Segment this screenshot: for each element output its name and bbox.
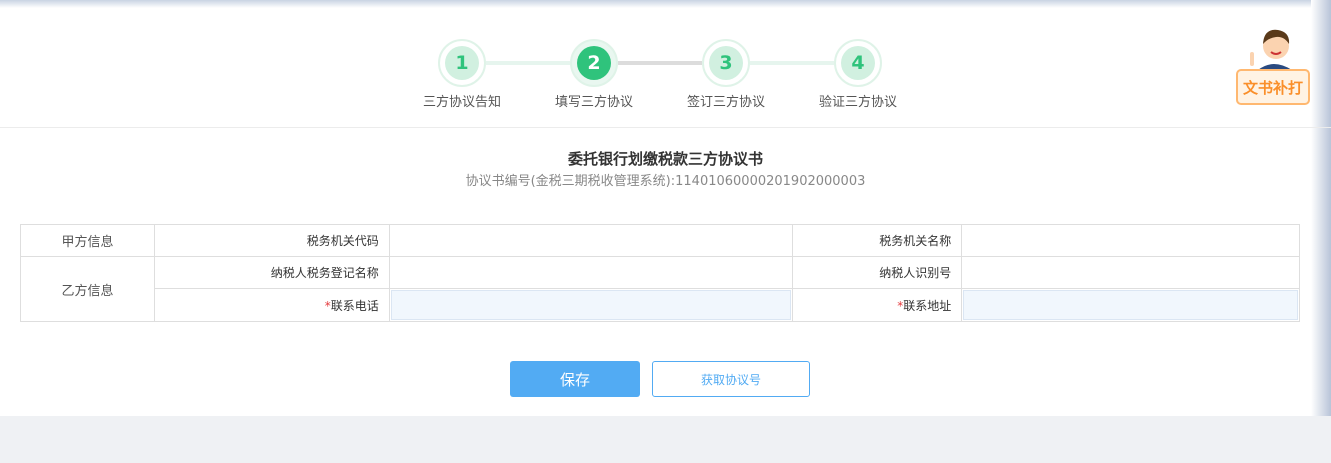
- step-number: 4: [841, 46, 875, 80]
- party-b-header: 乙方信息: [20, 256, 155, 322]
- step-connector: [486, 61, 570, 65]
- step-connector: [750, 61, 834, 65]
- top-shade: [0, 0, 1331, 8]
- divider: [0, 127, 1331, 128]
- tax-office-name-label: 税务机关名称: [792, 224, 963, 257]
- party-a-header: 甲方信息: [20, 224, 155, 257]
- step-2: 2: [570, 39, 618, 87]
- tax-office-name-value: [961, 224, 1300, 257]
- taxpayer-id-value: [961, 256, 1300, 289]
- right-shade: [1311, 0, 1331, 416]
- step-1: 1: [438, 39, 486, 87]
- reprint-button[interactable]: 文书补打: [1236, 69, 1310, 105]
- phone-input[interactable]: [390, 290, 792, 320]
- step-3: 3: [702, 39, 750, 87]
- address-label: *联系地址: [792, 288, 963, 322]
- phone-label-text: 联系电话: [330, 298, 379, 313]
- save-button[interactable]: 保存: [510, 361, 640, 397]
- step-4: 4: [834, 39, 882, 87]
- taxpayer-name-label: 纳税人税务登记名称: [153, 256, 390, 289]
- tax-office-code-value: [388, 224, 794, 257]
- document-number: 协议书编号(金税三期税收管理系统):1140106000020190200000…: [465, 174, 866, 189]
- step-number: 3: [709, 46, 743, 80]
- step-label: 填写三方协议: [554, 95, 633, 110]
- main-panel: 1 2 3 4 三方协议告知 填写三方协议 签订三方协议 验证三方协议 文书补打…: [0, 0, 1331, 416]
- taxpayer-name-value: [388, 256, 794, 289]
- taxpayer-id-label: 纳税人识别号: [792, 256, 963, 289]
- document-title: 委托银行划缴税款三方协议书: [567, 150, 763, 168]
- agreement-form: 甲方信息 税务机关代码 税务机关名称 乙方信息 纳税人税务登记名称 纳税人识别号…: [20, 224, 1300, 322]
- step-label: 验证三方协议: [818, 95, 897, 110]
- step-connector: [618, 61, 702, 65]
- step-label: 签订三方协议: [686, 95, 765, 110]
- step-number: 1: [445, 46, 479, 80]
- tax-office-code-label: 税务机关代码: [153, 224, 390, 257]
- step-number: 2: [577, 46, 611, 80]
- get-agreement-number-button[interactable]: 获取协议号: [652, 361, 810, 397]
- address-label-text: 联系地址: [903, 298, 952, 313]
- address-input[interactable]: [963, 290, 1298, 320]
- step-label: 三方协议告知: [422, 95, 501, 110]
- phone-label: *联系电话: [153, 288, 390, 322]
